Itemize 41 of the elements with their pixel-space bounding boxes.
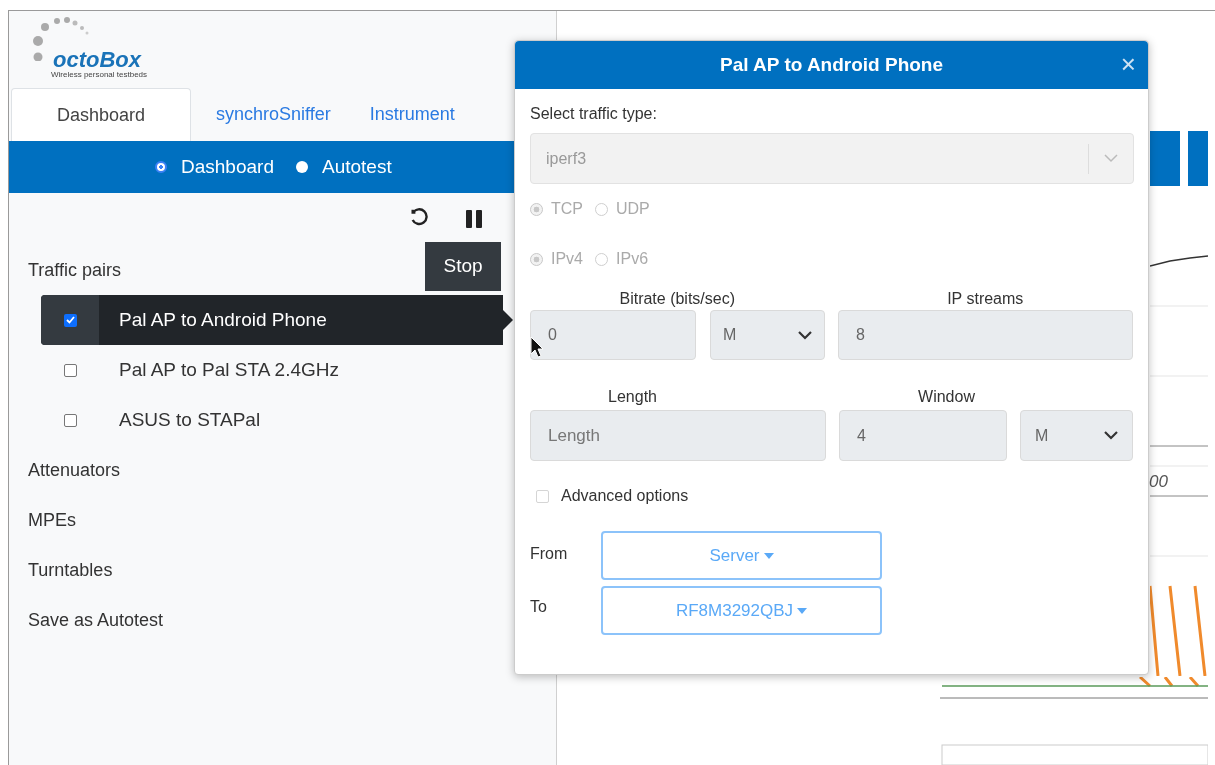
pair-label: Pal AP to Android Phone [119, 307, 327, 332]
traffic-pair-item[interactable]: Pal AP to Android Phone [41, 295, 503, 345]
unit-select[interactable]: M [710, 310, 825, 360]
pair-label: Pal AP to Pal STA 2.4GHz [119, 357, 340, 382]
tab[interactable]: synchroSniffer [191, 88, 356, 141]
field-label: Window [917, 387, 976, 407]
tab[interactable]: Dashboard [11, 88, 191, 141]
axis-tick-label: 00 [1149, 471, 1168, 493]
close-button[interactable]: × [1120, 51, 1136, 77]
field-label: From [530, 544, 569, 564]
field-label: Bitrate (bits/sec) [618, 289, 737, 309]
unit-select[interactable]: M [1020, 410, 1133, 461]
radio-label: IPv4 [551, 249, 583, 269]
radio-label: UDP [616, 199, 650, 219]
window-input[interactable]: 4 [839, 410, 1007, 461]
checkbox-label: Advanced options [561, 486, 689, 506]
field-label: Select traffic type: [530, 104, 658, 124]
radio-label: TCP [551, 199, 583, 219]
field-label: IP streams [946, 289, 1025, 309]
tab[interactable]: Instrument [355, 88, 480, 141]
field-label: Length [607, 387, 658, 407]
radio-label: Dashboard [181, 154, 274, 179]
logo-text: octoBox [53, 49, 143, 71]
sidebar-link[interactable]: Turntables [28, 556, 113, 584]
traffic-pair-item[interactable]: Pal AP to Pal STA 2.4GHz [41, 345, 503, 395]
pair-label: ASUS to STAPal [119, 407, 261, 432]
tooltip: Stop [425, 242, 501, 291]
sidebar-link[interactable]: MPEs [28, 506, 76, 534]
sidebar-link[interactable]: Attenuators [28, 456, 121, 484]
radio-label: IPv6 [616, 249, 649, 269]
bitrate-input[interactable]: 0 [530, 310, 696, 360]
traffic-pair-item[interactable]: ASUS to STAPal [41, 395, 503, 445]
ip-streams-input[interactable]: 8 [838, 310, 1133, 360]
section-heading: Traffic pairs [28, 258, 122, 282]
dialog-title: Pal AP to Android Phone [719, 52, 944, 77]
radio-label: Autotest [321, 154, 392, 179]
logo-tagline: Wireless personal testbeds [51, 71, 149, 79]
field-label: To [530, 597, 548, 617]
traffic-type-select[interactable]: iperf3 [530, 133, 1134, 184]
sidebar-link[interactable]: Save as Autotest [28, 606, 164, 634]
length-input[interactable]: Length [530, 410, 826, 461]
